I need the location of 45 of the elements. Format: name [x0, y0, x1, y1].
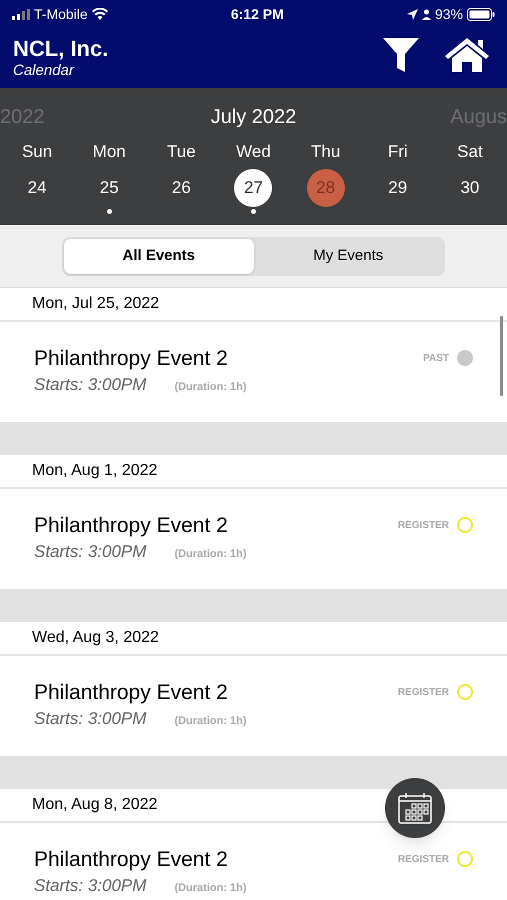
- status-label: PAST: [423, 352, 449, 366]
- person-icon: [422, 8, 431, 20]
- app-title: NCL, Inc.: [13, 36, 108, 62]
- duration-label: (Duration: 1h): [174, 714, 247, 729]
- start-time: Starts: 3:00PM: [34, 374, 146, 396]
- weekday-label: Fri: [388, 141, 408, 161]
- month-label: July 2022: [210, 105, 296, 128]
- calendar-day[interactable]: 27: [234, 169, 272, 207]
- signal-icon: [12, 8, 30, 20]
- weekday-label: Thu: [310, 141, 340, 161]
- start-time: Starts: 3:00PM: [34, 708, 146, 730]
- status-label: REGISTER: [398, 518, 449, 532]
- calendar-day[interactable]: 29: [378, 169, 417, 207]
- duration-label: (Duration: 1h): [174, 881, 247, 896]
- event-title: Philanthropy Event 2: [34, 346, 228, 372]
- page-subtitle: Calendar: [13, 62, 76, 80]
- event-title: Philanthropy Event 2: [34, 847, 228, 873]
- location-icon: [406, 8, 418, 20]
- wifi-icon: [92, 8, 108, 20]
- weekday-label: Sat: [457, 141, 483, 161]
- duration-label: (Duration: 1h): [174, 547, 247, 562]
- filter-tab[interactable]: My Events: [254, 238, 443, 274]
- filter-tab[interactable]: All Events: [64, 238, 254, 274]
- battery-icon: [466, 8, 495, 20]
- weekday-label: Mon: [92, 141, 126, 161]
- start-time: Starts: 3:00PM: [34, 875, 146, 897]
- calendar-day[interactable]: 24: [18, 169, 56, 207]
- duration-label: (Duration: 1h): [174, 380, 247, 395]
- carrier-name: T-Mobile: [34, 4, 88, 24]
- weekday-label: Sun: [22, 141, 52, 161]
- calendar-day[interactable]: 25: [90, 169, 128, 207]
- event-title: Philanthropy Event 2: [34, 680, 228, 706]
- event-title: Philanthropy Event 2: [34, 513, 228, 539]
- status-label: REGISTER: [398, 852, 449, 866]
- weekday-label: Wed: [236, 141, 271, 161]
- status-label: REGISTER: [398, 686, 449, 700]
- home-icon[interactable]: [445, 38, 489, 72]
- calendar-day[interactable]: 30: [450, 169, 489, 207]
- battery-percent: 93%: [434, 4, 463, 24]
- filter-icon[interactable]: [383, 38, 419, 72]
- calendar-day[interactable]: 26: [162, 169, 200, 207]
- weekday-label: Tue: [167, 141, 196, 161]
- calendar-icon: [398, 792, 432, 824]
- clock-time: 6:12 PM: [230, 4, 284, 24]
- start-time: Starts: 3:00PM: [34, 541, 146, 563]
